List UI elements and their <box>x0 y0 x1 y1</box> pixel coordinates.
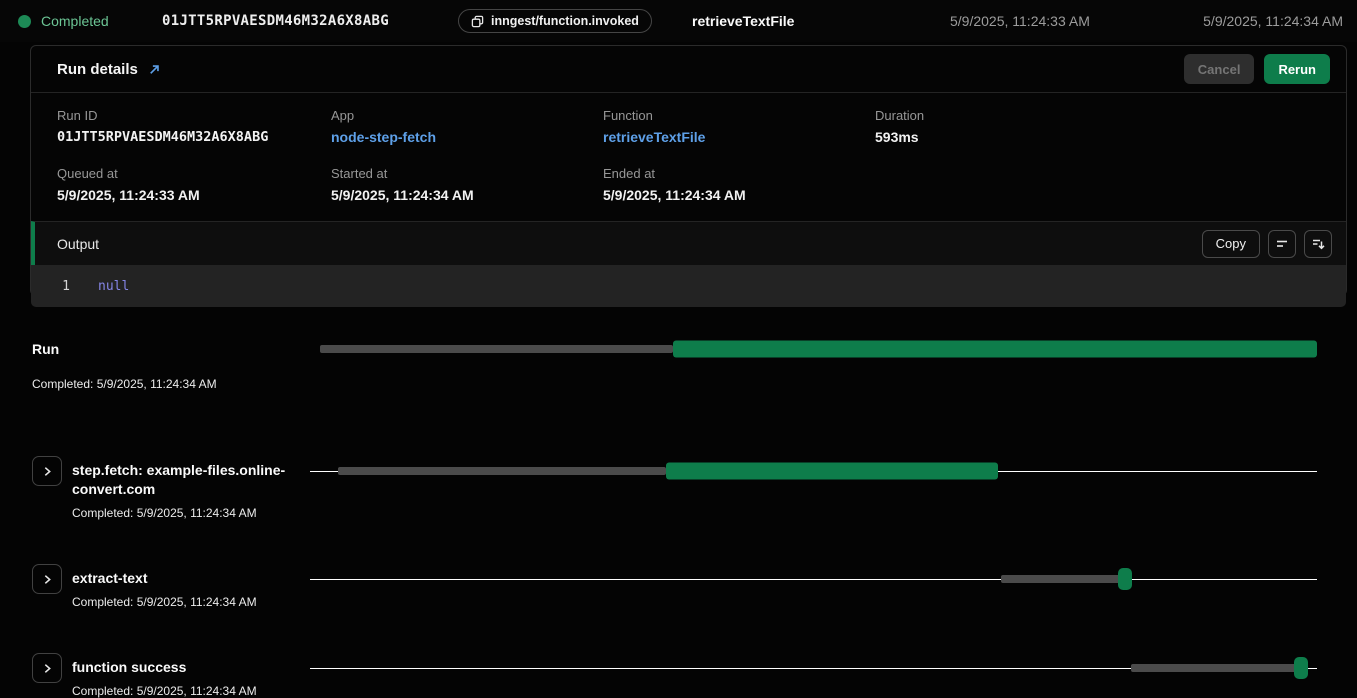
status-label: Completed <box>41 13 109 29</box>
output-code-viewer[interactable]: 1 null <box>31 265 1346 307</box>
run-summary-bar: Completed 01JTT5RPVAESDM46M32A6X8ABG inn… <box>0 0 1357 42</box>
field-run-id: Run ID 01JTT5RPVAESDM46M32A6X8ABG <box>57 108 331 147</box>
run-duration-bar <box>673 341 1317 358</box>
chevron-right-icon <box>42 466 53 477</box>
trace-row-function-success: function success Completed: 5/9/2025, 11… <box>32 653 1317 698</box>
step-completed: Completed: 5/9/2025, 11:24:34 AM <box>72 506 310 520</box>
copy-icon <box>471 15 484 28</box>
app-link[interactable]: node-step-fetch <box>331 129 436 145</box>
field-label: Run ID <box>57 108 331 123</box>
step-bar[interactable] <box>310 456 1317 486</box>
run-id-text: 01JTT5RPVAESDM46M32A6X8ABG <box>162 13 458 29</box>
step-bar[interactable] <box>310 564 1317 594</box>
trigger-event-badge[interactable]: inngest/function.invoked <box>458 9 652 33</box>
trace-run-label: Run <box>32 341 320 357</box>
output-section-header: Output Copy <box>31 221 1346 265</box>
field-label: Queued at <box>57 166 331 181</box>
trace-row-step-fetch: step.fetch: example-files.online-convert… <box>32 456 1317 520</box>
trace-run-bar[interactable] <box>320 334 1317 364</box>
output-value: null <box>98 279 129 294</box>
trace-run-completed: Completed: 5/9/2025, 11:24:34 AM <box>32 377 1317 391</box>
expand-step-button[interactable] <box>32 653 62 683</box>
step-completed: Completed: 5/9/2025, 11:24:34 AM <box>72 595 310 609</box>
run-details-header: Run details Cancel Rerun <box>31 46 1346 93</box>
run-details-panel: Run details Cancel Rerun Run ID 01JTT5RP… <box>30 45 1347 296</box>
step-duration-bar <box>1118 568 1132 590</box>
run-status: Completed <box>12 13 162 29</box>
step-name[interactable]: function success <box>72 653 304 677</box>
chevron-right-icon <box>42 574 53 585</box>
status-completed-dot-icon <box>18 15 31 28</box>
copy-output-button[interactable]: Copy <box>1202 230 1260 258</box>
rerun-button[interactable]: Rerun <box>1264 54 1330 84</box>
expand-step-button[interactable] <box>32 564 62 594</box>
step-bar[interactable] <box>310 653 1317 683</box>
panel-title: Run details <box>57 61 138 78</box>
step-duration-bar <box>1294 657 1308 679</box>
field-label: App <box>331 108 603 123</box>
function-name-text: retrieveTextFile <box>692 13 950 29</box>
step-completed: Completed: 5/9/2025, 11:24:34 AM <box>72 684 310 698</box>
trace-row-extract-text: extract-text Completed: 5/9/2025, 11:24:… <box>32 564 1317 609</box>
step-name[interactable]: extract-text <box>72 564 304 588</box>
field-queued-at: Queued at 5/9/2025, 11:24:33 AM <box>57 166 331 203</box>
field-value-queued-at: 5/9/2025, 11:24:33 AM <box>57 187 331 203</box>
wrap-text-button[interactable] <box>1268 230 1296 258</box>
field-label: Started at <box>331 166 603 181</box>
scroll-to-bottom-button[interactable] <box>1304 230 1332 258</box>
queue-duration-bar <box>320 345 673 353</box>
step-name[interactable]: step.fetch: example-files.online-convert… <box>72 456 304 499</box>
field-label: Ended at <box>603 166 875 181</box>
field-function: Function retrieveTextFile <box>603 108 875 147</box>
field-value-duration: 593ms <box>875 129 1346 145</box>
step-wait-bar <box>1001 575 1120 583</box>
field-app: App node-step-fetch <box>331 108 603 147</box>
step-wait-bar <box>338 467 666 475</box>
field-ended-at: Ended at 5/9/2025, 11:24:34 AM <box>603 166 875 203</box>
trace-row-run: Run <box>32 334 1317 364</box>
function-link[interactable]: retrieveTextFile <box>603 129 705 145</box>
run-detail-fields: Run ID 01JTT5RPVAESDM46M32A6X8ABG App no… <box>31 93 1346 221</box>
run-trace-timeline: Run Completed: 5/9/2025, 11:24:34 AM ste… <box>32 334 1317 698</box>
step-duration-bar <box>666 463 997 480</box>
field-started-at: Started at 5/9/2025, 11:24:34 AM <box>331 166 603 203</box>
field-value-run-id: 01JTT5RPVAESDM46M32A6X8ABG <box>57 129 331 145</box>
field-value-started-at: 5/9/2025, 11:24:34 AM <box>331 187 603 203</box>
event-badge-label: inngest/function.invoked <box>491 14 639 28</box>
expand-step-button[interactable] <box>32 456 62 486</box>
external-link-icon[interactable] <box>148 63 161 76</box>
queued-timestamp: 5/9/2025, 11:24:33 AM <box>950 13 1203 29</box>
chevron-right-icon <box>42 663 53 674</box>
field-value-ended-at: 5/9/2025, 11:24:34 AM <box>603 187 875 203</box>
timeline-baseline <box>310 579 1317 580</box>
field-duration: Duration 593ms <box>875 108 1346 147</box>
wrap-text-icon <box>1275 237 1289 251</box>
step-wait-bar <box>1131 664 1296 672</box>
line-number: 1 <box>51 279 81 294</box>
field-label: Duration <box>875 108 1346 123</box>
lines-arrow-down-icon <box>1311 237 1325 251</box>
field-label: Function <box>603 108 875 123</box>
cancel-button[interactable]: Cancel <box>1184 54 1255 84</box>
output-title: Output <box>57 236 1202 252</box>
ended-timestamp: 5/9/2025, 11:24:34 AM <box>1203 13 1345 29</box>
